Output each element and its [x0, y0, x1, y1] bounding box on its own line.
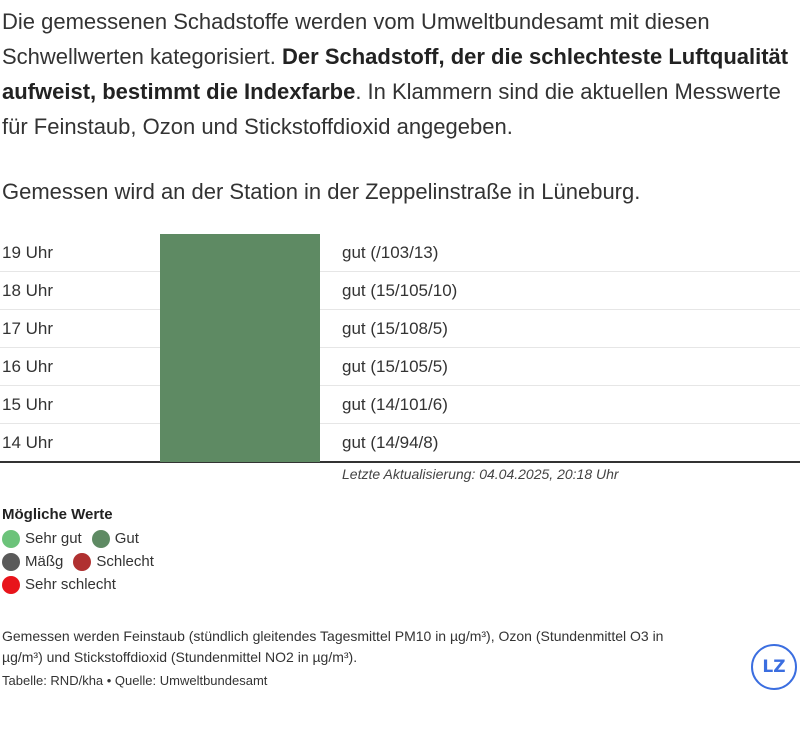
- legend-item-maessig: Mäßg: [2, 552, 64, 571]
- table-row: 14 Uhr gut (14/94/8): [0, 424, 800, 463]
- table-row: 18 Uhr gut (15/105/10): [0, 272, 800, 310]
- row-value: gut (14/101/6): [342, 395, 448, 414]
- legend-label: Sehr gut: [25, 530, 82, 547]
- index-color-cell: [160, 424, 320, 462]
- table-row: 17 Uhr gut (15/108/5): [0, 310, 800, 348]
- row-value: gut (15/105/10): [342, 281, 458, 300]
- legend: Mögliche Werte Sehr gut Gut Mäßg Schlech…: [2, 506, 164, 596]
- air-quality-table: 19 Uhr gut (/103/13) 18 Uhr gut (15/105/…: [0, 234, 800, 463]
- legend-label: Schlecht: [96, 553, 154, 570]
- row-time: 16 Uhr: [2, 357, 54, 376]
- row-value: gut (15/108/5): [342, 319, 448, 338]
- legend-line: Sehr schlecht: [2, 573, 164, 596]
- lz-logo-icon: LZ: [751, 644, 797, 690]
- legend-item-sehr-schlecht: Sehr schlecht: [2, 575, 116, 594]
- index-color-cell: [160, 348, 320, 386]
- table-row: 15 Uhr gut (14/101/6): [0, 386, 800, 424]
- last-updated-text: Letzte Aktualisierung: 04.04.2025, 20:18…: [342, 466, 619, 482]
- legend-item-gut: Gut: [91, 529, 139, 548]
- row-time: 15 Uhr: [2, 395, 54, 414]
- legend-label: Sehr schlecht: [25, 576, 116, 593]
- index-color-cell: [160, 386, 320, 424]
- legend-title: Mögliche Werte: [2, 506, 113, 523]
- legend-dot-icon: [91, 529, 110, 548]
- table-row: 16 Uhr gut (15/105/5): [0, 348, 800, 386]
- legend-label: Gut: [114, 530, 139, 547]
- row-time: 17 Uhr: [2, 319, 54, 338]
- legend-dot-icon: [73, 552, 92, 571]
- row-time: 14 Uhr: [2, 433, 54, 452]
- legend-line: Mäßg Schlecht: [2, 550, 164, 573]
- station-text: Gemessen wird an der Station in der Zepp…: [2, 179, 641, 204]
- row-time: 18 Uhr: [2, 281, 54, 300]
- index-color-cell: [160, 234, 320, 272]
- index-color-cell: [160, 272, 320, 310]
- legend-dot-icon: [2, 575, 20, 594]
- legend-dot-icon: [2, 552, 20, 571]
- row-time: 19 Uhr: [2, 243, 54, 262]
- table-row: 19 Uhr gut (/103/13): [0, 234, 800, 272]
- index-color-cell: [160, 310, 320, 348]
- legend-item-sehr-gut: Sehr gut: [2, 529, 82, 548]
- legend-label: Mäßg: [25, 553, 64, 570]
- legend-item-schlecht: Schlecht: [73, 552, 154, 571]
- row-value: gut (15/105/5): [342, 357, 448, 376]
- intro-paragraph: Die gemessenen Schadstoffe werden vom Um…: [0, 4, 800, 144]
- legend-line: Sehr gut Gut: [2, 527, 164, 550]
- source-credit: Tabelle: RND/kha • Quelle: Umweltbundesa…: [2, 673, 268, 688]
- row-value: gut (14/94/8): [342, 433, 439, 452]
- legend-dot-icon: [2, 529, 20, 548]
- row-value: gut (/103/13): [342, 243, 439, 262]
- measurement-note: Gemessen werden Feinstaub (stündlich gle…: [2, 628, 664, 665]
